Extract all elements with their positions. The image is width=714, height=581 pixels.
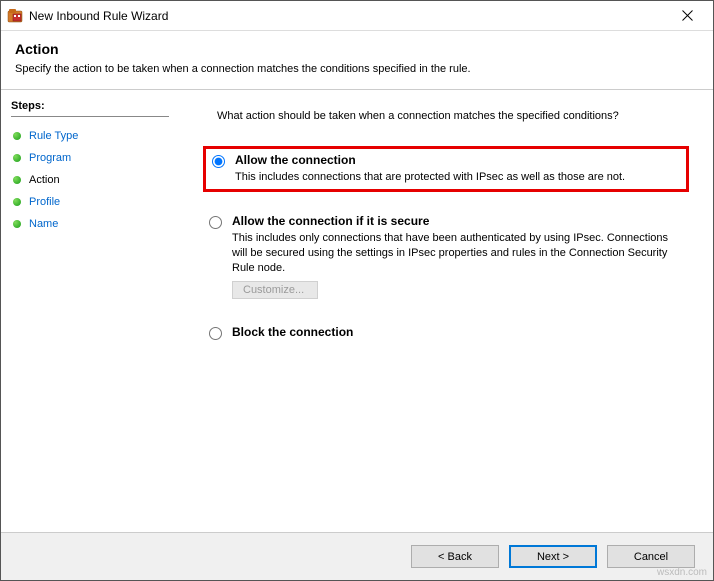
steps-heading: Steps: (11, 100, 169, 117)
main-panel: What action should be taken when a conne… (179, 90, 713, 532)
radio-allow-secure[interactable] (209, 216, 222, 229)
action-prompt: What action should be taken when a conne… (217, 110, 689, 122)
step-label: Action (29, 174, 60, 186)
option-allow-secure: Allow the connection if it is secure This… (203, 210, 689, 304)
step-bullet-icon (13, 220, 21, 228)
radio-allow[interactable] (212, 155, 225, 168)
step-label: Rule Type (29, 130, 78, 142)
step-bullet-icon (13, 176, 21, 184)
titlebar: New Inbound Rule Wizard (1, 1, 713, 31)
step-label: Profile (29, 196, 60, 208)
step-label: Program (29, 152, 71, 164)
option-allow: Allow the connection This includes connec… (203, 146, 689, 192)
steps-sidebar: Steps: Rule Type Program Action Profile Name (1, 90, 179, 532)
option-block: Block the connection (203, 321, 689, 344)
radio-block[interactable] (209, 327, 222, 340)
close-button[interactable] (667, 2, 707, 30)
step-label: Name (29, 218, 58, 230)
back-button[interactable]: < Back (411, 545, 499, 568)
app-icon (7, 8, 23, 24)
page-subtitle: Specify the action to be taken when a co… (15, 63, 699, 75)
wizard-window: New Inbound Rule Wizard Action Specify t… (0, 0, 714, 581)
option-label: Allow the connection if it is secure (232, 214, 429, 228)
step-action[interactable]: Action (11, 169, 169, 191)
page-title: Action (15, 41, 699, 57)
wizard-header: Action Specify the action to be taken wh… (1, 31, 713, 89)
option-description: This includes connections that are prote… (235, 170, 680, 185)
option-label: Block the connection (232, 325, 353, 339)
step-name[interactable]: Name (11, 213, 169, 235)
option-label: Allow the connection (235, 153, 356, 167)
cancel-button[interactable]: Cancel (607, 545, 695, 568)
step-bullet-icon (13, 154, 21, 162)
wizard-footer: < Back Next > Cancel (1, 532, 713, 580)
step-bullet-icon (13, 198, 21, 206)
option-description: This includes only connections that have… (232, 231, 683, 276)
step-rule-type[interactable]: Rule Type (11, 125, 169, 147)
step-profile[interactable]: Profile (11, 191, 169, 213)
close-icon (682, 10, 693, 21)
wizard-body: Steps: Rule Type Program Action Profile Name… (1, 89, 713, 532)
next-button[interactable]: Next > (509, 545, 597, 568)
step-bullet-icon (13, 132, 21, 140)
window-title: New Inbound Rule Wizard (29, 9, 667, 23)
step-program[interactable]: Program (11, 147, 169, 169)
customize-button: Customize... (232, 281, 318, 299)
